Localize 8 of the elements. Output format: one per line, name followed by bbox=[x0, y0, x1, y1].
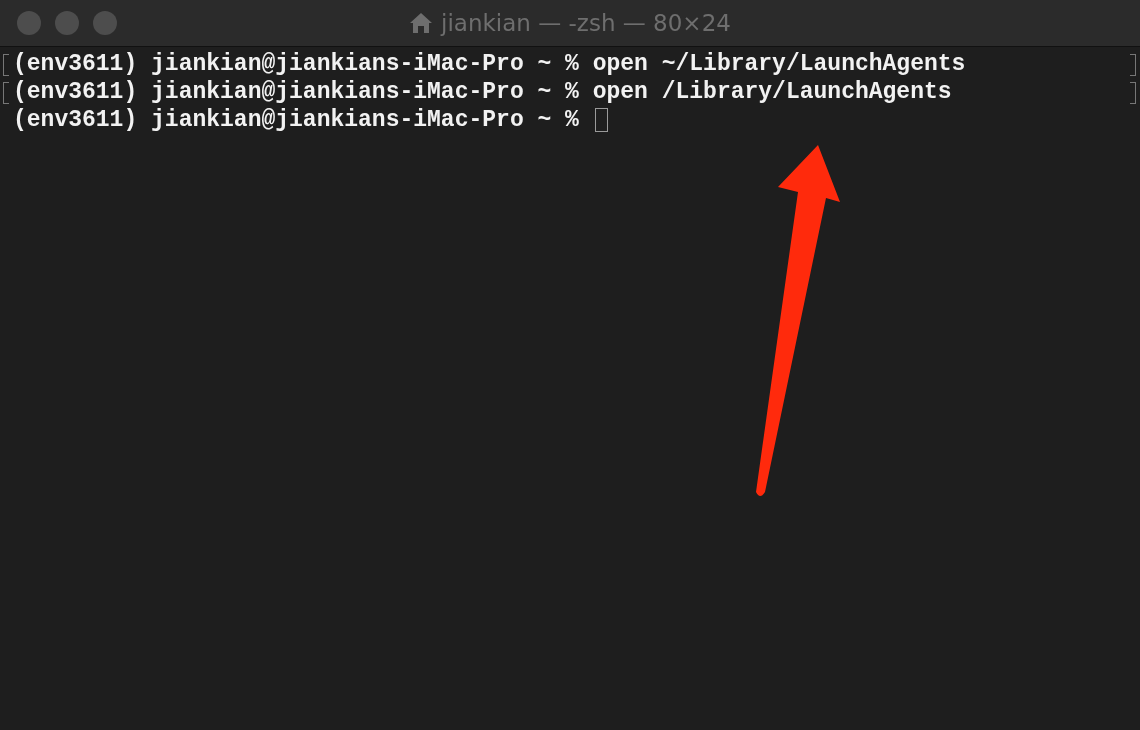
home-icon bbox=[409, 11, 434, 35]
terminal-line: (env3611) jiankian@jiankians-iMac-Pro ~ % bbox=[13, 107, 580, 133]
window-control-button[interactable] bbox=[93, 11, 117, 35]
window-control-button[interactable] bbox=[55, 11, 79, 35]
window-title: jiankian — -zsh — 80×24 bbox=[441, 10, 731, 36]
terminal-line: (env3611) jiankian@jiankians-iMac-Pro ~ % open ~/Library/LaunchAgents bbox=[13, 51, 966, 77]
terminal-line: (env3611) jiankian@jiankians-iMac-Pro ~ % open /Library/LaunchAgents bbox=[13, 79, 952, 105]
window-control-button[interactable] bbox=[17, 11, 41, 35]
